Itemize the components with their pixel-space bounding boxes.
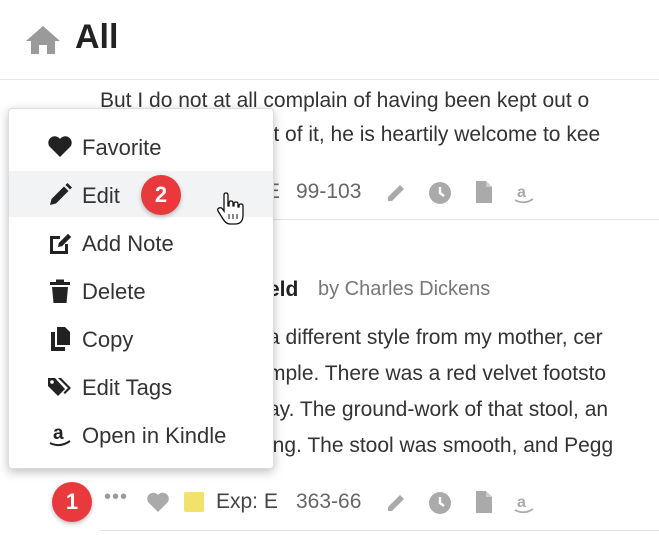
menu-item-label: Copy bbox=[82, 327, 134, 352]
step-badge-2: 2 bbox=[141, 175, 181, 215]
tags-icon bbox=[48, 378, 71, 396]
copy-icon bbox=[51, 327, 70, 351]
passage-line: ing. The stool was smooth, and Pegg bbox=[268, 434, 614, 457]
home-icon[interactable] bbox=[24, 24, 62, 56]
passage-line: a different style from my mother, cer bbox=[268, 326, 603, 349]
page-header: All bbox=[0, 0, 659, 80]
clock-icon[interactable] bbox=[428, 181, 452, 205]
svg-text:a: a bbox=[517, 494, 526, 511]
clock-icon[interactable] bbox=[428, 491, 452, 515]
menu-item-edit-tags[interactable]: Edit Tags bbox=[9, 363, 273, 409]
page-title: All bbox=[75, 18, 119, 56]
menu-item-copy[interactable]: Copy bbox=[9, 315, 273, 361]
hand-cursor-icon bbox=[217, 192, 244, 225]
passage-line: ent of it, he is heartily welcome to kee bbox=[250, 123, 601, 146]
menu-item-label: Edit bbox=[82, 183, 120, 208]
menu-item-label: Favorite bbox=[82, 135, 162, 160]
context-menu: Favorite Edit Add Note Delete Copy Edit … bbox=[8, 108, 274, 469]
highlighter-icon[interactable] bbox=[384, 181, 408, 205]
menu-item-label: Open in Kindle bbox=[82, 423, 227, 448]
menu-item-open-in-kindle[interactable]: a Open in Kindle bbox=[9, 411, 273, 457]
location-range: 363-66 bbox=[296, 490, 362, 513]
menu-item-delete[interactable]: Delete bbox=[9, 267, 273, 313]
menu-item-label: Delete bbox=[82, 279, 146, 304]
highlighter-icon[interactable] bbox=[384, 491, 408, 515]
passage-line: mple. There was a red velvet footsto bbox=[268, 362, 607, 385]
document-icon[interactable] bbox=[472, 180, 496, 204]
document-icon[interactable] bbox=[472, 490, 496, 514]
edit-note-icon bbox=[50, 233, 72, 254]
svg-text:a: a bbox=[53, 423, 64, 444]
book-author: by Charles Dickens bbox=[318, 278, 491, 300]
amazon-icon[interactable]: a bbox=[512, 181, 536, 205]
menu-item-favorite[interactable]: Favorite bbox=[9, 123, 273, 169]
divider bbox=[100, 530, 659, 531]
pencil-icon bbox=[50, 183, 72, 205]
amazon-icon[interactable]: a bbox=[512, 491, 536, 515]
passage-line: ay. The ground-work of that stool, an bbox=[268, 398, 609, 421]
menu-item-label: Add Note bbox=[82, 231, 174, 256]
step-badge-1: 1 bbox=[52, 482, 92, 522]
passage-meta-row: 363-66 a bbox=[0, 486, 659, 522]
trash-icon bbox=[50, 279, 70, 303]
svg-text:a: a bbox=[517, 184, 526, 201]
menu-item-label: Edit Tags bbox=[82, 375, 173, 400]
amazon-icon: a bbox=[49, 423, 71, 447]
location-range: 99-103 bbox=[296, 180, 362, 203]
heart-icon bbox=[48, 136, 72, 157]
